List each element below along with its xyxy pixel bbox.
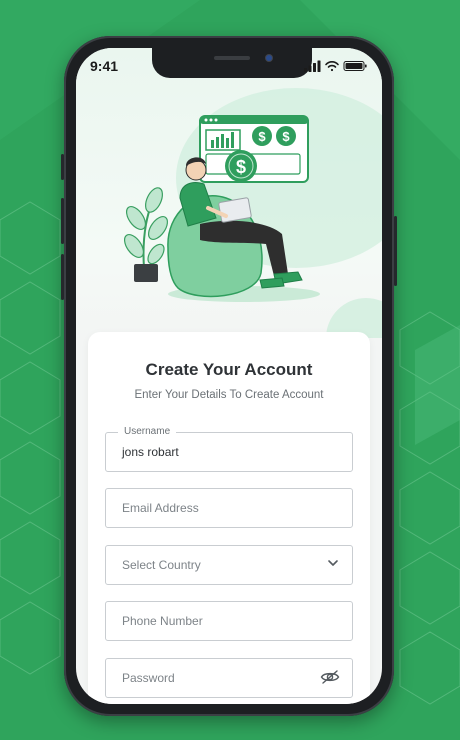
page-title: Create Your Account bbox=[145, 360, 313, 379]
hero-illustration: $ $ $ bbox=[123, 88, 382, 338]
eye-off-icon[interactable] bbox=[320, 669, 340, 690]
phone-volume-up bbox=[61, 198, 64, 244]
hero-area: $ $ $ bbox=[76, 48, 382, 338]
battery-icon bbox=[343, 61, 367, 71]
password-placeholder: Password bbox=[122, 671, 175, 685]
svg-text:$: $ bbox=[282, 129, 290, 144]
email-field[interactable]: Email Address bbox=[105, 488, 353, 528]
signup-card: Create Your Account Enter Your Details T… bbox=[88, 332, 370, 704]
chevron-down-icon bbox=[326, 556, 340, 575]
phone-placeholder: Phone Number bbox=[122, 614, 203, 628]
front-camera bbox=[266, 55, 272, 61]
username-label: Username bbox=[118, 426, 177, 437]
username-field[interactable]: Username jons robart bbox=[105, 426, 353, 472]
email-placeholder: Email Address bbox=[122, 501, 199, 515]
status-icons bbox=[304, 59, 368, 78]
country-placeholder: Select Country bbox=[122, 558, 201, 572]
username-value: jons robart bbox=[122, 445, 179, 459]
phone-field[interactable]: Phone Number bbox=[105, 601, 353, 641]
svg-text:$: $ bbox=[258, 129, 266, 144]
signal-icon bbox=[304, 60, 321, 72]
speaker-grille bbox=[214, 56, 250, 60]
country-select[interactable]: Select Country bbox=[105, 545, 353, 585]
status-time: 9:41 bbox=[90, 58, 119, 74]
password-field[interactable]: Password bbox=[105, 658, 353, 698]
phone-volume-down bbox=[61, 254, 64, 300]
phone-notch bbox=[152, 48, 312, 78]
phone-frame: $ $ $ 9:41 Create Your Account Enter You… bbox=[61, 36, 397, 716]
app-screen: $ $ $ 9:41 Create Your Account Enter You… bbox=[76, 48, 382, 704]
phone-power-button bbox=[394, 216, 397, 286]
wifi-icon bbox=[325, 60, 339, 72]
page-subtitle: Enter Your Details To Create Account bbox=[134, 389, 324, 401]
phone-side-button bbox=[61, 154, 64, 180]
svg-text:$: $ bbox=[236, 157, 246, 177]
